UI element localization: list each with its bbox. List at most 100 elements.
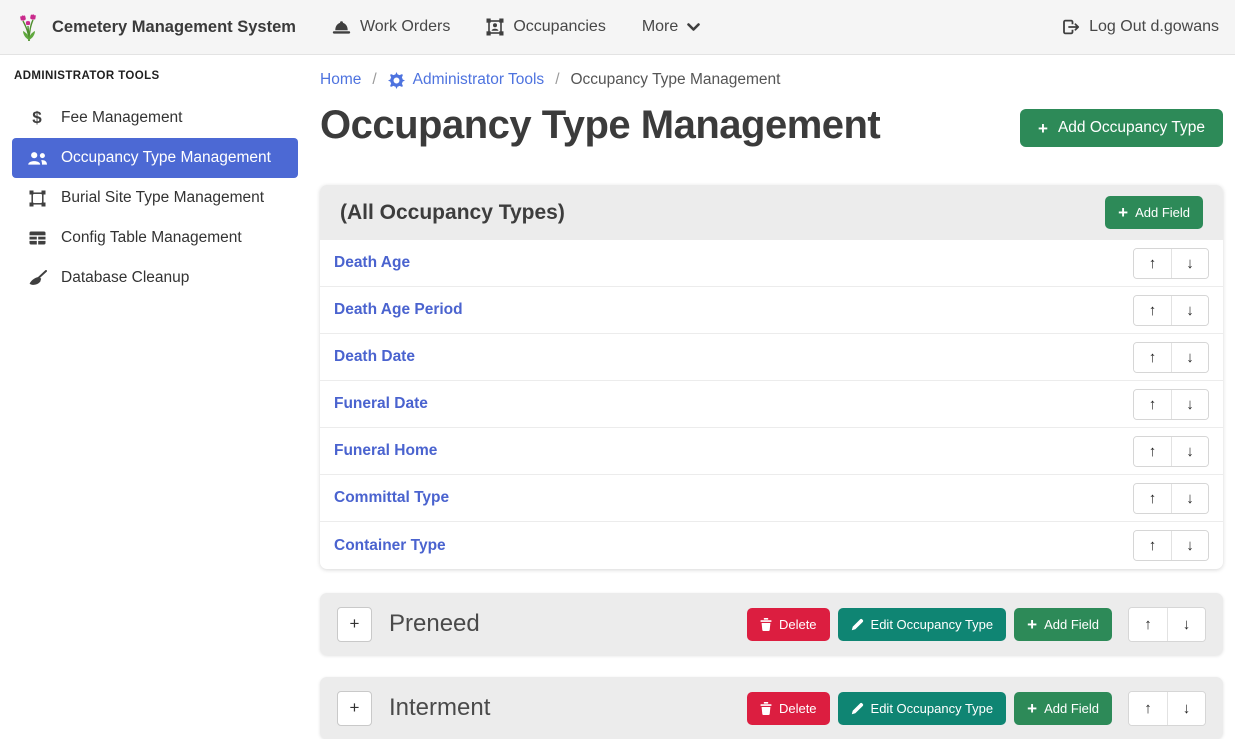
section-actions: Delete Edit Occupancy Type + Add Field ↑ [747,691,1206,726]
add-occupancy-type-button[interactable]: + Add Occupancy Type [1020,109,1223,147]
sidebar-item-fee-management[interactable]: $ Fee Management [12,98,298,138]
page-title: Occupancy Type Management [320,99,880,151]
delete-button[interactable]: Delete [747,608,830,641]
delete-label: Delete [779,701,817,716]
add-field-button[interactable]: + Add Field [1014,692,1112,725]
breadcrumb-separator: / [555,71,559,89]
up-arrow-icon: ↑ [1149,490,1157,507]
nav-occupancies[interactable]: Occupancies [486,18,606,36]
sidebar-item-label: Fee Management [61,109,183,127]
up-arrow-icon: ↑ [1149,396,1157,413]
field-link-committal-type[interactable]: Committal Type [334,489,449,507]
reorder-controls: ↑ ↓ [1133,530,1209,561]
down-arrow-icon: ↓ [1186,255,1194,272]
down-arrow-icon: ↓ [1186,302,1194,319]
reorder-controls: ↑ ↓ [1133,483,1209,514]
reorder-controls: ↑ ↓ [1133,389,1209,420]
nav-right: Log Out d.gowans [1062,18,1219,36]
move-up-button[interactable]: ↑ [1129,608,1167,641]
pencil-icon [851,702,864,715]
up-arrow-icon: ↑ [1144,616,1152,633]
up-arrow-icon: ↑ [1149,302,1157,319]
expand-button[interactable]: + [337,607,372,642]
plus-icon: + [1027,700,1037,717]
broom-icon [26,270,48,287]
expand-button[interactable]: + [337,691,372,726]
move-down-button[interactable]: ↓ [1171,390,1208,419]
sidebar-item-occupancy-type-management[interactable]: Occupancy Type Management [12,138,298,178]
delete-button[interactable]: Delete [747,692,830,725]
breadcrumb-admin-tools[interactable]: Administrator Tools [388,71,545,89]
sidebar-item-config-table-management[interactable]: Config Table Management [12,218,298,258]
sidebar-item-label: Occupancy Type Management [61,149,271,167]
up-arrow-icon: ↑ [1149,443,1157,460]
reorder-controls: ↑ ↓ [1128,607,1206,642]
field-link-death-age-period[interactable]: Death Age Period [334,301,463,319]
field-link-funeral-date[interactable]: Funeral Date [334,395,428,413]
reorder-controls: ↑ ↓ [1133,248,1209,279]
down-arrow-icon: ↓ [1183,700,1191,717]
section-interment: + Interment Delete [320,677,1223,739]
field-link-death-age[interactable]: Death Age [334,254,410,272]
move-down-button[interactable]: ↓ [1171,249,1208,278]
field-link-funeral-home[interactable]: Funeral Home [334,442,437,460]
sidebar-item-label: Burial Site Type Management [61,189,264,207]
trash-icon [760,702,772,715]
vector-square-icon [26,190,48,207]
edit-occupancy-type-button[interactable]: Edit Occupancy Type [838,608,1007,641]
pencil-icon [851,618,864,631]
up-arrow-icon: ↑ [1149,255,1157,272]
logout-icon [1062,19,1080,35]
breadcrumb: Home / Administrator Tools / Occupancy T… [320,71,1223,89]
logout-label: Log Out d.gowans [1089,18,1219,36]
move-up-button[interactable]: ↑ [1134,484,1171,513]
move-down-button[interactable]: ↓ [1171,437,1208,466]
move-up-button[interactable]: ↑ [1134,249,1171,278]
move-down-button[interactable]: ↓ [1171,484,1208,513]
sidebar-item-label: Config Table Management [61,229,242,247]
section-preneed: + Preneed Delete [320,593,1223,655]
down-arrow-icon: ↓ [1186,396,1194,413]
sidebar-item-label: Database Cleanup [61,269,189,287]
move-down-button[interactable]: ↓ [1171,296,1208,325]
chevron-down-icon [687,23,700,32]
move-down-button[interactable]: ↓ [1171,531,1208,560]
move-up-button[interactable]: ↑ [1134,531,1171,560]
move-up-button[interactable]: ↑ [1134,343,1171,372]
edit-occupancy-type-label: Edit Occupancy Type [871,617,994,632]
move-down-button[interactable]: ↓ [1171,343,1208,372]
field-row: Death Age ↑ ↓ [320,240,1223,287]
field-link-container-type[interactable]: Container Type [334,537,446,555]
up-arrow-icon: ↑ [1149,349,1157,366]
add-field-label: Add Field [1044,617,1099,632]
down-arrow-icon: ↓ [1183,616,1191,633]
move-down-button[interactable]: ↓ [1167,692,1205,725]
add-field-button[interactable]: + Add Field [1014,608,1112,641]
field-row: Funeral Home ↑ ↓ [320,428,1223,475]
reorder-controls: ↑ ↓ [1133,295,1209,326]
breadcrumb-home[interactable]: Home [320,71,361,89]
delete-label: Delete [779,617,817,632]
sidebar-item-database-cleanup[interactable]: Database Cleanup [12,258,298,298]
move-up-button[interactable]: ↑ [1129,692,1167,725]
gear-icon [388,72,405,89]
add-field-button[interactable]: + Add Field [1105,196,1203,229]
move-up-button[interactable]: ↑ [1134,437,1171,466]
section-title: Interment [389,694,490,722]
field-row: Death Date ↑ ↓ [320,334,1223,381]
hard-hat-icon [332,20,351,35]
main-content: Home / Administrator Tools / Occupancy T… [310,55,1235,739]
up-arrow-icon: ↑ [1149,537,1157,554]
nav-more[interactable]: More [642,18,700,36]
nav-work-orders[interactable]: Work Orders [332,18,450,36]
edit-occupancy-type-button[interactable]: Edit Occupancy Type [838,692,1007,725]
logout-button[interactable]: Log Out d.gowans [1062,18,1219,36]
breadcrumb-current: Occupancy Type Management [571,71,781,89]
field-link-death-date[interactable]: Death Date [334,348,415,366]
sidebar-item-burial-site-type-management[interactable]: Burial Site Type Management [12,178,298,218]
move-down-button[interactable]: ↓ [1167,608,1205,641]
app-brand[interactable]: Cemetery Management System [16,12,296,42]
card-title: (All Occupancy Types) [340,201,565,225]
move-up-button[interactable]: ↑ [1134,390,1171,419]
move-up-button[interactable]: ↑ [1134,296,1171,325]
